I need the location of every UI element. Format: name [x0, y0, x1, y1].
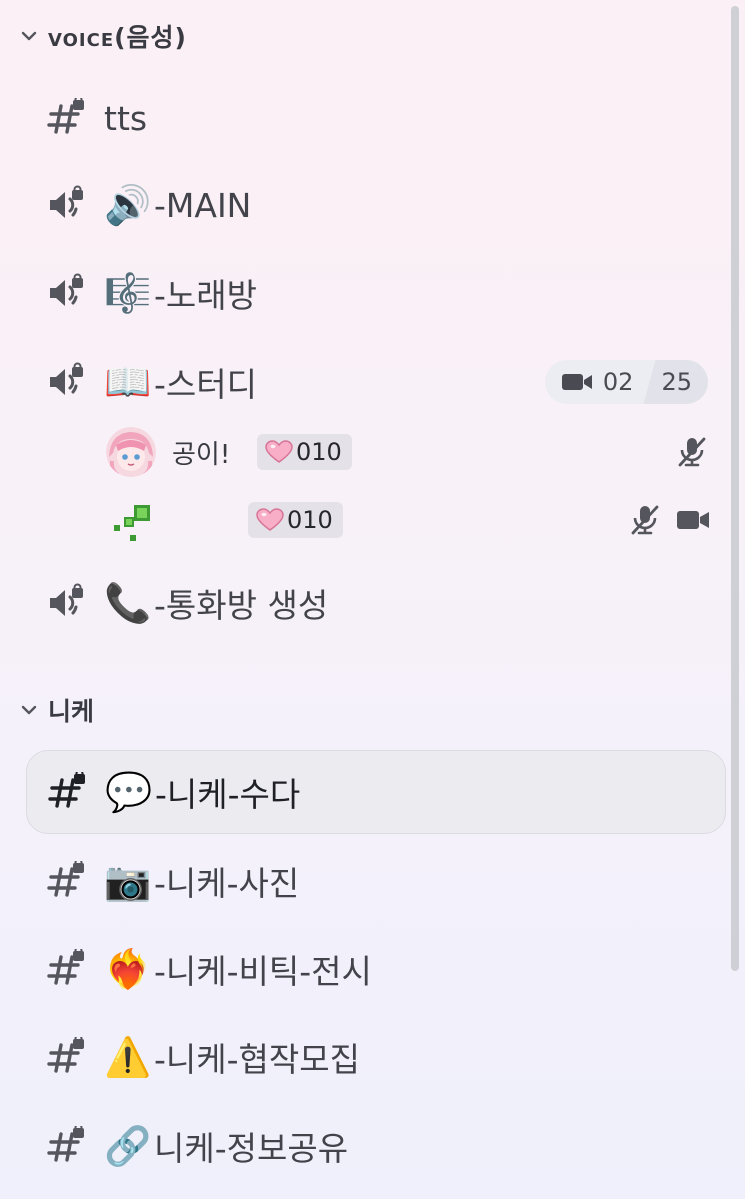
musical-score-emoji-icon: 🎼 [104, 271, 152, 315]
locked-text-channel-icon [47, 98, 84, 134]
channel-noraebang[interactable]: 🎼 -노래방 [26, 251, 726, 335]
channel-name: tts [104, 98, 148, 138]
locked-text-channel-icon [48, 772, 85, 808]
channel-name: -스터디 [154, 365, 257, 404]
heart-on-fire-emoji-icon: ❤️‍🔥 [104, 947, 152, 991]
channel-nikke-photo[interactable]: 📷 -니케-사진 [26, 839, 726, 923]
scrollbar-thumb[interactable] [731, 6, 739, 971]
channel-call-create[interactable]: 📞 -통화방 생성 [26, 561, 726, 645]
locked-text-channel-icon [47, 949, 84, 985]
avatar [106, 495, 156, 545]
speech-balloon-emoji-icon: 💬 [105, 770, 153, 814]
streaming-count: 02 [602, 368, 634, 396]
category-label: 니케 [48, 697, 95, 726]
channel-name: -MAIN [154, 185, 252, 225]
badge-text: 010 [287, 506, 333, 534]
channel-nikke-showcase[interactable]: ❤️‍🔥 -니케-비틱-전시 [26, 927, 726, 1011]
locked-voice-channel-icon [50, 362, 83, 395]
voice-activity-pill: 02 25 [544, 360, 708, 404]
locked-voice-channel-icon [50, 185, 83, 218]
chevron-down-icon [21, 705, 37, 715]
category-nikke[interactable]: 니케 [18, 692, 94, 728]
channel-name: -니케-비틱-전시 [154, 952, 372, 991]
locked-text-channel-icon [47, 1037, 84, 1073]
pink-heart-icon [256, 508, 284, 531]
channel-name: -니케-협작모집 [154, 1040, 360, 1079]
channel-study[interactable]: 📖 -스터디 02 25 [26, 340, 726, 424]
channel-main[interactable]: 🔊 -MAIN [26, 163, 726, 247]
locked-voice-channel-icon [50, 273, 83, 306]
camera-emoji-icon: 📷 [104, 859, 152, 903]
voice-user-row[interactable]: 공이! 010 [100, 422, 715, 482]
server-tag-badge: 010 [248, 502, 343, 538]
channel-name: -통화방 생성 [154, 586, 329, 625]
speaker-emoji-icon: 🔊 [104, 183, 152, 227]
channel-tts[interactable]: tts [26, 76, 726, 160]
channel-name: -니케-사진 [154, 864, 300, 903]
locked-voice-channel-icon [50, 583, 83, 616]
category-label: voice(음성) [48, 23, 187, 52]
mic-muted-icon [678, 437, 706, 467]
channel-nikke-chat[interactable]: 💬 -니케-수다 [26, 750, 726, 834]
channel-name: 니케-정보공유 [154, 1129, 349, 1168]
locked-text-channel-icon [47, 1126, 84, 1162]
channel-nikke-recruit[interactable]: ⚠️ -니케-협작모집 [26, 1015, 726, 1099]
server-tag-badge: 010 [257, 434, 352, 470]
video-camera-icon [561, 374, 592, 390]
locked-text-channel-icon [47, 861, 84, 897]
telephone-emoji-icon: 📞 [104, 581, 152, 625]
category-voice[interactable]: voice(음성) [18, 18, 187, 54]
channel-name: -노래방 [154, 276, 257, 315]
warning-emoji-icon: ⚠️ [104, 1035, 152, 1079]
voice-user-row[interactable]: 010 [100, 490, 715, 550]
avatar [106, 427, 156, 477]
pink-heart-icon [265, 440, 293, 463]
user-count: 25 [661, 368, 692, 396]
chevron-down-icon [21, 31, 37, 41]
mic-muted-icon [631, 505, 659, 535]
badge-text: 010 [296, 438, 342, 466]
link-emoji-icon: 🔗 [104, 1124, 152, 1168]
channel-name: -니케-수다 [155, 775, 301, 814]
user-name: 공이! [172, 439, 231, 470]
channel-nikke-info[interactable]: 🔗 니케-정보공유 [26, 1104, 726, 1188]
open-book-emoji-icon: 📖 [104, 360, 152, 404]
video-camera-icon [677, 511, 709, 529]
